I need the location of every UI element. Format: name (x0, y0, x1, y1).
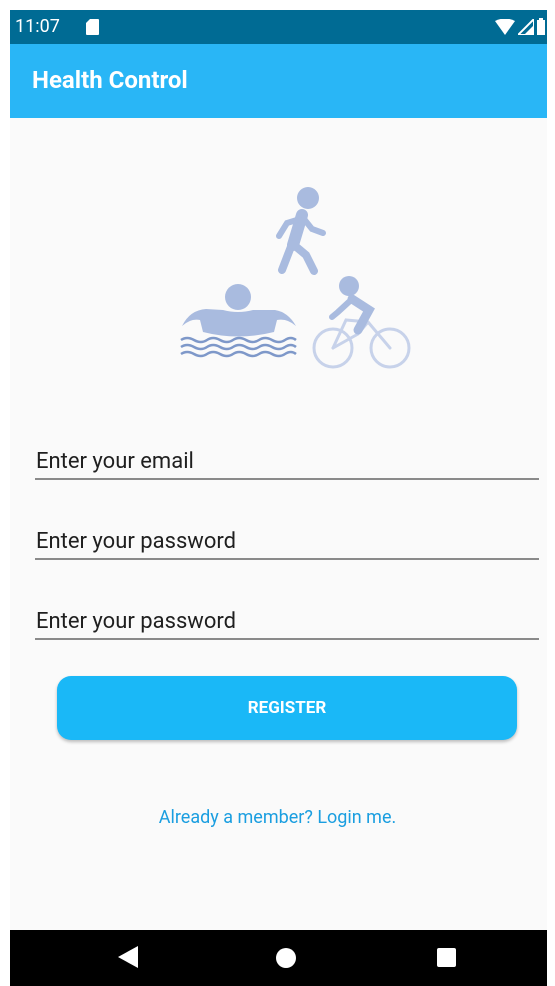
navigation-bar (10, 930, 547, 986)
password-input[interactable] (36, 529, 516, 554)
register-button[interactable]: REGISTER (57, 676, 517, 740)
confirm-password-field[interactable] (35, 594, 539, 640)
activities-illustration (180, 187, 411, 369)
cyclist-icon (312, 276, 411, 369)
email-field[interactable] (35, 434, 539, 480)
cell-signal-icon (518, 18, 534, 35)
swimmer-icon (180, 284, 297, 358)
login-link[interactable]: Already a member? Login me. (0, 807, 555, 828)
status-bar: 11:07 (10, 10, 547, 44)
back-icon[interactable] (118, 946, 138, 968)
sd-card-icon (86, 19, 99, 35)
app-screen: 11:07 Health Control Enter your email RE… (10, 10, 547, 986)
walking-person-icon (276, 187, 326, 275)
register-button-label: REGISTER (247, 698, 327, 718)
recents-icon[interactable] (437, 948, 456, 967)
email-input[interactable] (36, 449, 516, 474)
status-time: 11:07 (15, 16, 60, 37)
password-field[interactable] (35, 514, 539, 560)
battery-icon (537, 18, 545, 35)
status-icons (495, 18, 545, 35)
app-bar: Health Control (10, 44, 547, 118)
app-title: Health Control (32, 66, 188, 94)
wifi-icon (495, 18, 515, 35)
home-icon[interactable] (276, 948, 296, 968)
confirm-password-input[interactable] (36, 609, 516, 634)
